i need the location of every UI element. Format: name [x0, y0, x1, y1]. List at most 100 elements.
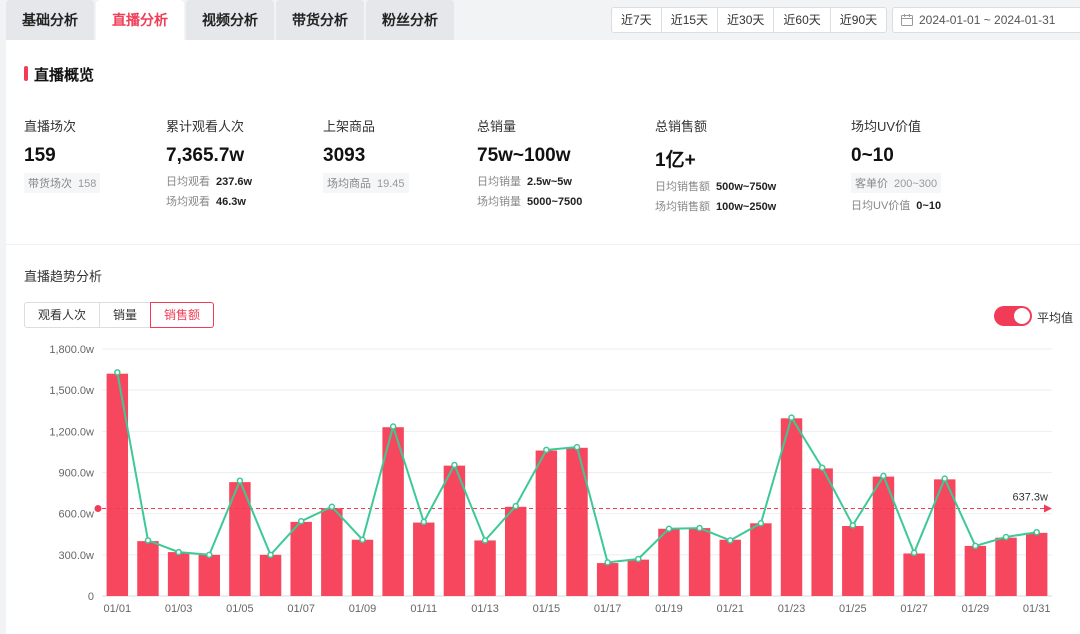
bar: [903, 553, 925, 596]
bar: [290, 521, 312, 596]
metric-total-revenue: 总销售额 1亿+ 日均销售额 500w~750w 场均销售额 100w~250w: [655, 116, 776, 214]
section-divider: [6, 244, 1080, 245]
date-range-picker[interactable]: 2024-01-01 ~ 2024-01-31: [892, 7, 1080, 33]
trend-point: [696, 524, 703, 532]
toggle-revenue[interactable]: 销售额: [150, 302, 215, 328]
bar: [351, 539, 374, 596]
average-label: 637.3w: [1013, 492, 1049, 504]
y-tick-label: 1,200.0w: [49, 426, 94, 438]
trend-point: [359, 536, 366, 543]
trend-point: [1002, 533, 1010, 541]
metric-total-sales: 总销量 75w~100w 日均销量 2.5w~5w 场均销量 5000~7500: [477, 116, 582, 209]
x-tick-label: 01/07: [287, 603, 315, 615]
trend-point: [941, 475, 948, 482]
bar: [995, 537, 1017, 596]
metric-sub: 场均销量 5000~7500: [477, 196, 583, 208]
overview-title: 直播概览: [24, 64, 94, 85]
trend-point: [726, 537, 734, 544]
trend-point: [481, 537, 489, 544]
average-switch-label: 平均值: [1037, 311, 1074, 325]
metric-label: 累计观看人次: [166, 119, 245, 134]
y-tick-label: 1,500.0w: [49, 385, 94, 397]
bar: [504, 506, 527, 596]
metric-chip: 客单价 200~300: [851, 173, 942, 193]
metric-label: 总销量: [477, 119, 517, 134]
metric-chip: 带货场次 158: [24, 173, 101, 193]
tab-live-analysis[interactable]: 直播分析: [96, 0, 184, 40]
metric-value: 0~10: [851, 145, 894, 166]
toggle-sales-volume[interactable]: 销量: [99, 302, 152, 328]
trend-point: [604, 559, 611, 566]
bar: [535, 450, 558, 596]
metric-label: 总销售额: [655, 119, 708, 134]
metric-label: 场均UV价值: [851, 119, 922, 134]
metric-chip: 场均商品 19.45: [323, 173, 409, 193]
y-tick-label: 1,800.0w: [49, 344, 94, 356]
date-range-presets: 近7天 近15天 近30天 近60天 近90天: [611, 7, 888, 33]
range-15-days[interactable]: 近15天: [660, 8, 717, 32]
trend-point: [573, 443, 581, 451]
trend-point: [910, 549, 918, 557]
top-bar: 基础分析 直播分析 视频分析 带货分析 粉丝分析 近7天 近15天 近30天 近…: [0, 0, 1080, 40]
trend-point: [267, 551, 274, 559]
bar: [106, 373, 129, 596]
bar: [198, 554, 220, 596]
range-30-days[interactable]: 近30天: [717, 8, 773, 32]
trend-point: [389, 423, 397, 430]
bar: [658, 528, 680, 596]
metric-label: 直播场次: [24, 119, 77, 134]
trend-point: [420, 518, 428, 526]
x-tick-label: 01/17: [594, 603, 622, 615]
trend-point: [328, 503, 336, 511]
y-tick-label: 900.0w: [59, 468, 95, 480]
range-7-days[interactable]: 近7天: [612, 8, 661, 32]
range-60-days[interactable]: 近60天: [773, 8, 829, 32]
trend-point: [788, 414, 795, 421]
y-tick-label: 300.0w: [59, 550, 95, 562]
bar: [137, 541, 159, 596]
trend-point: [757, 520, 765, 527]
bar: [627, 559, 650, 596]
bar: [811, 468, 833, 596]
tab-video-analysis[interactable]: 视频分析: [186, 0, 274, 40]
x-tick-label: 01/25: [839, 603, 867, 615]
tab-sales-analysis[interactable]: 带货分析: [276, 0, 364, 40]
toggle-views[interactable]: 观看人次: [24, 302, 101, 328]
x-tick-label: 01/09: [349, 603, 377, 615]
trend-point: [206, 551, 213, 559]
tab-basic-analysis[interactable]: 基础分析: [6, 0, 94, 40]
trend-point: [543, 446, 550, 454]
metric-total-views: 累计观看人次 7,365.7w 日均观看 237.6w 场均观看 46.3w: [166, 116, 252, 209]
x-tick-label: 01/19: [655, 603, 683, 615]
x-tick-label: 01/13: [471, 603, 499, 615]
trend-point: [635, 555, 642, 563]
metric-value: 3093: [323, 145, 366, 166]
metric-sub: 日均销售额 500w~750w: [655, 181, 777, 193]
x-tick-label: 01/15: [533, 603, 561, 615]
range-90-days[interactable]: 近90天: [829, 8, 886, 32]
trend-point: [297, 517, 305, 525]
average-switch[interactable]: [994, 306, 1032, 326]
x-tick-label: 01/03: [165, 603, 193, 615]
metric-sub: 日均观看 237.6w: [166, 176, 253, 188]
analysis-tabs: 基础分析 直播分析 视频分析 带货分析 粉丝分析: [6, 0, 456, 40]
trend-metric-toggle: 观看人次 销量 销售额: [24, 302, 215, 328]
trend-point: [972, 542, 979, 550]
x-tick-label: 01/21: [716, 603, 744, 615]
metric-value: 1亿+: [655, 150, 696, 171]
x-tick-label: 01/23: [778, 603, 806, 615]
bar: [321, 508, 343, 596]
trend-point: [880, 472, 887, 480]
y-tick-label: 600.0w: [59, 509, 95, 521]
trend-point: [144, 537, 152, 544]
metric-sub: 场均销售额 100w~250w: [655, 201, 777, 213]
y-tick-label: 0: [88, 591, 94, 603]
metric-sub: 场均观看 46.3w: [166, 196, 246, 208]
bar: [596, 563, 619, 596]
tab-fans-analysis[interactable]: 粉丝分析: [366, 0, 454, 40]
trend-point: [451, 461, 458, 469]
bar: [167, 552, 190, 596]
x-tick-label: 01/29: [962, 603, 990, 615]
metric-value: 75w~100w: [477, 145, 571, 166]
bar: [413, 522, 435, 596]
